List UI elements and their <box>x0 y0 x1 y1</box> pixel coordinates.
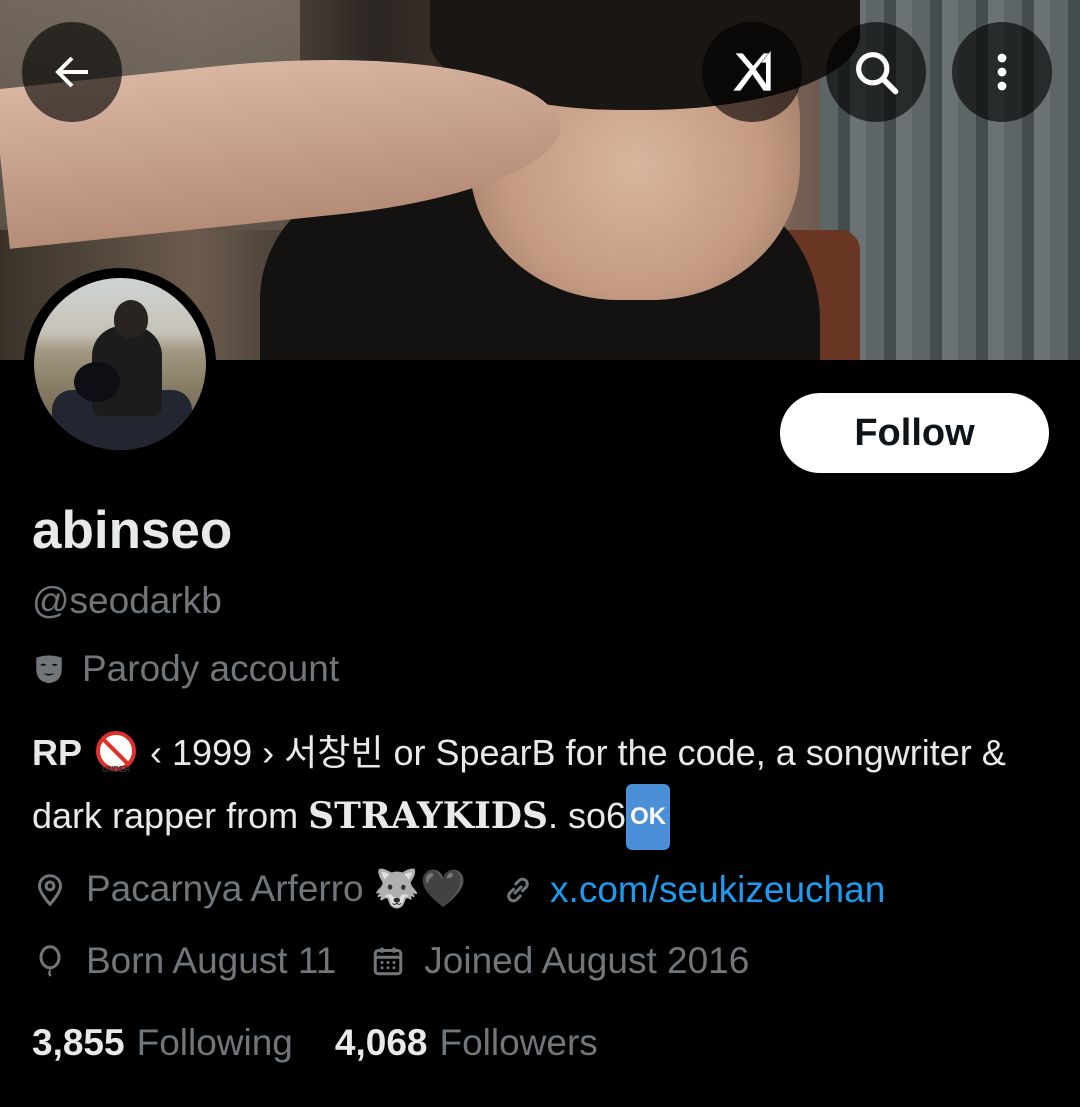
follow-stats: 3,855 Following 4,068 Followers <box>32 1022 640 1064</box>
joined-text: Joined August 2016 <box>424 940 750 981</box>
more-vertical-icon <box>997 53 1007 91</box>
ok-button-icon: OK <box>626 784 671 850</box>
bio-prefix: RP <box>32 732 83 773</box>
back-arrow-icon <box>55 56 88 88</box>
following-stat[interactable]: 3,855 Following <box>32 1022 293 1064</box>
more-options-button[interactable] <box>952 22 1052 122</box>
avatar[interactable] <box>24 268 216 460</box>
following-count: 3,855 <box>32 1022 125 1063</box>
dates-row: Born August 11 Joined August 2016 <box>32 940 749 982</box>
username-handle: @seodarkb <box>32 580 222 621</box>
calendar-icon <box>374 947 403 976</box>
bio-text-end: . so6 <box>548 795 627 836</box>
parody-label-text: Parody account <box>82 648 340 689</box>
grok-button[interactable] <box>702 22 802 122</box>
birthday-text: Born August 11 <box>86 940 337 981</box>
grok-icon <box>733 51 771 91</box>
back-button[interactable] <box>22 22 122 122</box>
location-pin-icon <box>37 873 63 906</box>
profile-bio: RP UNDER ‹ 1999 › 서창빈 or SpearB for the … <box>32 722 1042 850</box>
search-icon <box>856 52 899 95</box>
parody-label: Parody account <box>32 648 339 690</box>
followers-stat[interactable]: 4,068 Followers <box>335 1022 598 1064</box>
search-button[interactable] <box>826 22 926 122</box>
bio-group-name: STRAYKIDS <box>308 795 549 837</box>
no-under-18-icon: UNDER <box>96 731 137 774</box>
location-text: Pacarnya Arferro 🐺🖤 <box>86 868 467 909</box>
parody-mask-icon <box>36 655 62 684</box>
location-row: Pacarnya Arferro 🐺🖤 x.com/seukizeuchan <box>32 868 885 911</box>
following-label: Following <box>136 1022 293 1063</box>
display-name: abinseo <box>32 501 233 560</box>
follow-button[interactable]: Follow <box>780 393 1049 473</box>
balloon-icon <box>39 945 61 977</box>
link-icon <box>507 877 529 902</box>
website-link[interactable]: x.com/seukizeuchan <box>550 869 885 911</box>
followers-label: Followers <box>439 1022 598 1063</box>
followers-count: 4,068 <box>334 1022 428 1063</box>
